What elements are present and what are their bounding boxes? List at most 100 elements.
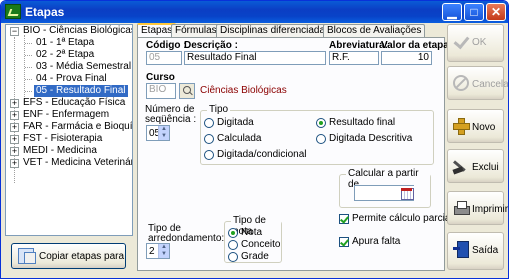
tree-node-label[interactable]: BIO - Ciências Biológicas: [21, 25, 132, 37]
apura-falta-checkbox[interactable]: Apura falta: [339, 236, 400, 247]
curso-label: Curso: [146, 72, 175, 83]
tree-node-label[interactable]: ENF - Enfermagem: [21, 109, 111, 121]
arredondamento-stepper[interactable]: 2 ▲ ▼: [146, 243, 170, 259]
etapas-window: Etapas ▁ □ ✕ − BIO - Ciências Biológicas…: [0, 0, 509, 279]
checkbox-checked-icon: [339, 236, 349, 247]
exit-button[interactable]: Saída: [447, 232, 504, 270]
tree-node-label[interactable]: FST - Fisioterapia: [21, 133, 104, 145]
radio-icon: [204, 117, 214, 128]
tipo-group-title: Tipo: [207, 104, 231, 115]
valor-etapa-field[interactable]: 10: [381, 51, 432, 65]
ok-label: OK: [472, 37, 487, 48]
abreviatura-label: Abreviatura:: [329, 40, 388, 51]
close-button[interactable]: ✕: [486, 3, 506, 21]
expand-icon[interactable]: +: [10, 123, 19, 132]
printer-icon: [453, 200, 470, 216]
curso-code-field[interactable]: BIO: [146, 83, 176, 99]
copy-icon: [18, 248, 36, 264]
abreviatura-field[interactable]: R.F.: [329, 51, 379, 65]
ok-button[interactable]: OK: [447, 24, 504, 62]
print-button[interactable]: Imprimir: [447, 191, 508, 225]
maximize-button[interactable]: □: [464, 3, 484, 21]
valor-etapa-label: Valor da etapa:: [381, 40, 453, 51]
radio-icon: [204, 133, 214, 144]
radio-digitada-condicional[interactable]: Digitada/condicional: [204, 149, 307, 160]
stepper-up-icon[interactable]: ▲: [158, 244, 169, 251]
tree-node-label[interactable]: 02 - 2ª Etapa: [34, 49, 96, 61]
delete-button[interactable]: Exclui: [447, 149, 504, 183]
radio-conceito[interactable]: Conceito: [228, 239, 280, 250]
tab-blocos-avaliacoes[interactable]: Blocos de Avaliações: [323, 24, 426, 38]
radio-digitada[interactable]: Digitada: [204, 117, 254, 128]
new-button[interactable]: Novo: [447, 109, 504, 143]
radio-nota[interactable]: Nota: [228, 227, 262, 238]
minimize-button[interactable]: ▁: [442, 3, 462, 21]
tree-connector: [25, 55, 32, 56]
codigo-label: Código :: [146, 40, 187, 51]
radio-calculada[interactable]: Calculada: [204, 133, 261, 144]
etapas-panel: Código : Descrição : Abreviatura: Valor …: [137, 37, 453, 271]
radio-icon: [316, 133, 326, 144]
radio-label: Digitada/condicional: [217, 149, 307, 160]
course-tree[interactable]: − BIO - Ciências Biológicas 01 - 1ª Etap…: [5, 24, 133, 236]
radio-label: Conceito: [241, 239, 281, 250]
radio-label: Grade: [241, 251, 269, 262]
tree-node-label[interactable]: 03 - Média Semestral: [34, 61, 132, 73]
radio-icon: [204, 149, 214, 160]
radio-selected-icon: [228, 227, 238, 238]
expand-icon[interactable]: +: [10, 159, 19, 168]
permite-calculo-parcial-checkbox[interactable]: Permite cálculo parcial: [339, 213, 453, 224]
title-bar: Etapas ▁ □ ✕: [1, 1, 508, 23]
tree-node-label[interactable]: FAR - Farmácia e Bioquímica: [21, 121, 132, 133]
radio-resultado-final[interactable]: Resultado final: [316, 117, 395, 128]
expand-icon[interactable]: +: [10, 111, 19, 120]
tree-node-label[interactable]: 05 - Resultado Final: [34, 85, 128, 97]
checkmark-icon: [453, 33, 469, 49]
tree-node-label[interactable]: EFS - Educação Física: [21, 97, 127, 109]
plus-icon: [453, 118, 470, 135]
cancel-icon: [453, 75, 469, 91]
expand-icon[interactable]: +: [10, 135, 19, 144]
tree-node-label[interactable]: 04 - Prova Final: [34, 73, 109, 85]
expand-icon[interactable]: +: [10, 99, 19, 108]
print-label: Imprimir: [472, 204, 509, 215]
app-icon: [5, 4, 21, 19]
stepper-down-icon[interactable]: ▼: [158, 251, 169, 258]
tab-disciplinas-diferenciadas[interactable]: Disciplinas diferenciadas: [216, 24, 335, 38]
tree-node-label[interactable]: MEDI - Medicina: [21, 145, 99, 157]
calendar-icon[interactable]: [400, 186, 414, 200]
arredondamento-value: 2: [149, 246, 155, 257]
tree-connector: [25, 43, 32, 44]
collapse-icon[interactable]: −: [10, 27, 19, 36]
delete-label: Exclui: [472, 162, 499, 173]
radio-label: Calculada: [217, 133, 262, 144]
stepper-down-icon[interactable]: ▼: [158, 133, 169, 140]
new-label: Novo: [472, 122, 496, 133]
tree-node-label[interactable]: 01 - 1ª Etapa: [34, 37, 96, 49]
descricao-field[interactable]: Resultado Final: [184, 51, 326, 65]
tree-connector: [25, 91, 32, 92]
checkbox-checked-icon: [339, 213, 349, 224]
tipo-group: Tipo Digitada Resultado final Calculada …: [200, 104, 434, 165]
descricao-label: Descrição :: [184, 40, 238, 51]
radio-label: Digitada Descritiva: [329, 133, 413, 144]
exit-label: Saída: [472, 245, 499, 256]
sequencia-stepper[interactable]: 05 ▲ ▼: [146, 125, 170, 141]
stepper-up-icon[interactable]: ▲: [158, 126, 169, 133]
radio-digitada-descritiva[interactable]: Digitada Descritiva: [316, 133, 412, 144]
search-icon[interactable]: [179, 83, 195, 99]
copy-stages-button[interactable]: Copiar etapas para: [11, 243, 126, 269]
radio-grade[interactable]: Grade: [228, 251, 269, 262]
tree-connector: [25, 79, 32, 80]
exit-door-icon: [453, 241, 469, 258]
tree-connector: [25, 67, 32, 68]
window-title: Etapas: [25, 5, 65, 19]
expand-icon[interactable]: +: [10, 147, 19, 156]
cancel-button[interactable]: Cancela: [447, 66, 508, 100]
tree-node-label[interactable]: VET - Medicina Veterinária: [21, 157, 132, 169]
codigo-field[interactable]: 05: [146, 51, 182, 65]
checkbox-label: Permite cálculo parcial: [352, 213, 453, 224]
tab-formulas[interactable]: Fórmulas: [171, 24, 221, 38]
radio-label: Resultado final: [329, 117, 396, 128]
radio-icon: [228, 251, 238, 262]
